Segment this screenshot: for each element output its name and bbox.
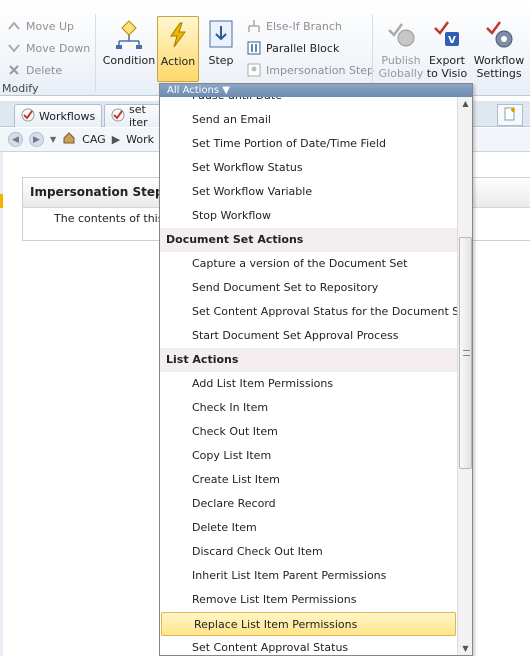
move-down-icon [6, 40, 22, 56]
menu-item[interactable]: Discard Check Out Item [160, 540, 457, 564]
workflow-settings-label-2: Settings [476, 67, 522, 80]
export-to-visio-label-1: Export [428, 54, 465, 67]
export-to-visio-button[interactable]: V Export to Visio [424, 16, 470, 82]
left-accent-marker [0, 194, 3, 208]
menu-item[interactable]: Remove List Item Permissions [160, 588, 457, 612]
move-down-label: Move Down [26, 41, 91, 55]
scroll-grip-icon [463, 350, 470, 356]
ribbon: Move Up Move Down Delete Modify Conditio… [0, 0, 530, 96]
menu-item[interactable]: Send an Email [160, 108, 457, 132]
history-dropdown-icon[interactable]: ▼ [50, 135, 56, 144]
workflow-check-icon [111, 108, 125, 125]
menu-item[interactable]: Send Document Set to Repository [160, 276, 457, 300]
menu-item[interactable]: Start Document Set Approval Process [160, 324, 457, 348]
menu-item[interactable]: Declare Record [160, 492, 457, 516]
step-icon [209, 20, 233, 48]
move-up-icon [6, 18, 22, 34]
workflow-check-icon [21, 108, 35, 125]
workflow-settings-label-1: Workflow [473, 54, 525, 67]
menu-item[interactable]: Inherit List Item Parent Permissions [160, 564, 457, 588]
impersonation-step-icon [246, 62, 262, 78]
condition-icon [116, 20, 142, 49]
menu-item[interactable]: Stop Workflow [160, 204, 457, 228]
step-button[interactable]: Step [201, 16, 241, 82]
svg-text:V: V [448, 35, 456, 46]
publish-globally-label-2: Globally [378, 67, 424, 80]
menu-category-header: List Actions [160, 348, 457, 372]
gear-icon [486, 21, 513, 48]
action-button[interactable]: Action [157, 16, 199, 82]
dropdown-scrollbar[interactable]: ▲ ▼ [457, 97, 472, 655]
back-arrow-icon[interactable]: ◀ [8, 132, 23, 147]
export-to-visio-icon: V [434, 21, 459, 46]
menu-item[interactable]: Copy List Item [160, 444, 457, 468]
parallel-block-button[interactable]: Parallel Block [246, 38, 339, 58]
breadcrumb-separator-icon: ▶ [111, 133, 121, 146]
else-if-label: Else-If Branch [266, 19, 342, 33]
menu-item[interactable]: Create List Item [160, 468, 457, 492]
scroll-up-icon[interactable]: ▲ [459, 97, 472, 110]
move-up-label: Move Up [26, 19, 75, 33]
breadcrumb-root[interactable]: CAG [82, 133, 106, 146]
else-if-branch-button[interactable]: Else-If Branch [246, 16, 342, 36]
menu-item[interactable]: Capture a version of the Document Set [160, 252, 457, 276]
menu-item[interactable]: Check In Item [160, 396, 457, 420]
condition-button[interactable]: Condition [102, 16, 156, 82]
all-actions-filter[interactable]: All Actions ▼ [160, 84, 472, 97]
home-icon[interactable] [62, 131, 76, 148]
impersonation-step-button[interactable]: Impersonation Step [246, 60, 374, 80]
action-list: Pause until DateSend an EmailSet Time Po… [160, 97, 457, 655]
menu-item[interactable]: Set Workflow Status [160, 156, 457, 180]
forward-arrow-icon[interactable]: ▶ [29, 132, 44, 147]
menu-item[interactable]: Replace List Item Permissions [161, 612, 456, 636]
tab-workflows[interactable]: Workflows [14, 104, 102, 127]
new-document-icon [503, 107, 517, 124]
menu-category-header: Document Set Actions [160, 228, 457, 252]
menu-item[interactable]: Set Time Portion of Date/Time Field [160, 132, 457, 156]
parallel-block-icon [246, 40, 262, 56]
menu-item[interactable]: Set Content Approval Status [160, 636, 457, 655]
publish-globally-button[interactable]: Publish Globally [377, 16, 425, 82]
export-to-visio-label-2: to Visio [426, 67, 468, 80]
tab-set-item[interactable]: set iter [104, 103, 164, 129]
step-label: Step [208, 54, 234, 67]
new-tab-button[interactable] [497, 104, 523, 126]
group-separator [95, 14, 96, 92]
modify-group-label: Modify [2, 82, 39, 95]
delete-label: Delete [26, 63, 63, 77]
else-if-icon [246, 18, 262, 34]
menu-item[interactable]: Check Out Item [160, 420, 457, 444]
delete-button[interactable]: Delete [6, 60, 62, 80]
lightning-icon [170, 22, 186, 48]
delete-icon [6, 62, 22, 78]
menu-item[interactable]: Pause until Date [160, 97, 457, 108]
action-dropdown-menu: All Actions ▼ Pause until DateSend an Em… [159, 83, 473, 656]
condition-label: Condition [102, 54, 156, 67]
publish-globally-icon [388, 23, 415, 47]
group-separator [372, 14, 373, 92]
menu-item[interactable]: Add List Item Permissions [160, 372, 457, 396]
workflow-settings-button[interactable]: Workflow Settings [471, 16, 527, 82]
parallel-block-label: Parallel Block [266, 41, 340, 55]
publish-globally-label-1: Publish [381, 54, 421, 67]
breadcrumb-next[interactable]: Work [126, 133, 154, 146]
menu-item[interactable]: Set Content Approval Status for the Docu… [160, 300, 457, 324]
tab-label: Workflows [39, 109, 96, 123]
menu-item[interactable]: Set Workflow Variable [160, 180, 457, 204]
move-up-button[interactable]: Move Up [6, 16, 74, 36]
scroll-thumb[interactable] [459, 237, 472, 469]
impersonation-step-label: Impersonation Step [266, 63, 375, 77]
menu-item[interactable]: Delete Item [160, 516, 457, 540]
move-down-button[interactable]: Move Down [6, 38, 90, 58]
scroll-down-icon[interactable]: ▼ [459, 642, 472, 655]
tab-label: set iter [129, 103, 148, 129]
action-label: Action [160, 55, 196, 68]
